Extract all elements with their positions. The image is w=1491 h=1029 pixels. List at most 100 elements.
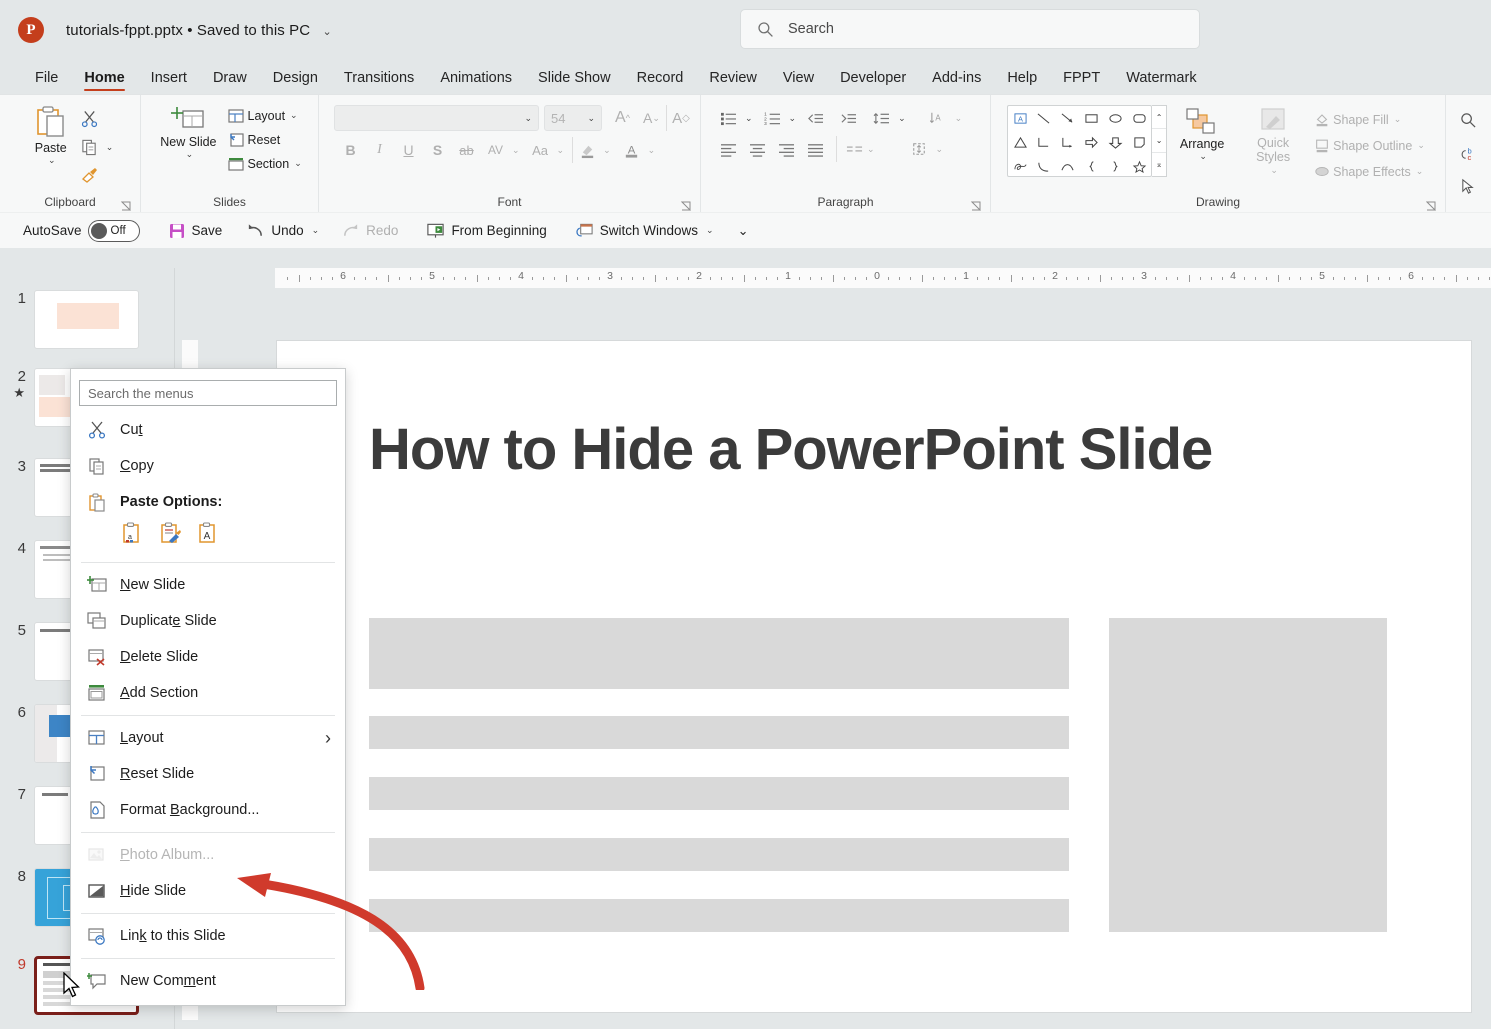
slide-thumbnail-preview[interactable]: [34, 290, 139, 349]
shape-effects-dropdown-icon[interactable]: ⌄: [1416, 166, 1424, 177]
numbering-button[interactable]: 123: [758, 105, 787, 131]
chevron-down-icon[interactable]: ⌄: [322, 26, 331, 38]
shape-textbox[interactable]: A: [1008, 106, 1032, 130]
italic-button[interactable]: I: [365, 137, 394, 163]
dialog-launcher-icon[interactable]: [681, 201, 691, 211]
underline-button[interactable]: U: [394, 137, 423, 163]
menu-item-paste-options-[interactable]: Paste Options:: [71, 484, 345, 520]
ribbon-tab-insert[interactable]: Insert: [138, 67, 200, 94]
bullets-button[interactable]: [714, 105, 743, 131]
shape-oval[interactable]: [1103, 106, 1127, 130]
font-color-button[interactable]: A: [617, 137, 646, 163]
increase-indent-button[interactable]: [834, 105, 863, 131]
section-button[interactable]: Section ⌄: [224, 153, 306, 174]
menu-item-format-background[interactable]: Format Background...: [71, 792, 345, 828]
horizontal-ruler[interactable]: 6543210123456: [275, 268, 1491, 288]
find-button[interactable]: [1454, 107, 1483, 133]
content-placeholder-bar[interactable]: [369, 618, 1069, 689]
arrange-button[interactable]: Arrange ⌄: [1167, 105, 1237, 165]
slide-thumbnail-1[interactable]: 1: [0, 290, 139, 349]
paste-button[interactable]: Paste ⌄: [27, 99, 75, 169]
ribbon-tab-file[interactable]: File: [22, 67, 71, 94]
ribbon-tab-view[interactable]: View: [770, 67, 827, 94]
columns-dropdown-icon[interactable]: ⌄: [867, 144, 875, 155]
text-highlight-dropdown-icon[interactable]: ⌄: [603, 145, 611, 156]
shape-down-arrow[interactable]: [1103, 130, 1127, 154]
save-button[interactable]: Save: [161, 219, 230, 243]
arrange-dropdown-icon[interactable]: ⌄: [1199, 151, 1207, 161]
slide-title-text[interactable]: How to Hide a PowerPoint Slide: [369, 416, 1212, 483]
menu-search-input[interactable]: Search the menus: [79, 380, 337, 406]
menu-item-hide-slide[interactable]: Hide Slide: [71, 873, 345, 909]
paste-text-only-icon[interactable]: A: [197, 522, 219, 550]
content-placeholder-bar[interactable]: [369, 777, 1069, 810]
menu-item-duplicate-slide[interactable]: Duplicate Slide: [71, 603, 345, 639]
ribbon-tab-developer[interactable]: Developer: [827, 67, 919, 94]
bullets-dropdown-icon[interactable]: ⌄: [745, 113, 753, 124]
ribbon-tab-help[interactable]: Help: [994, 67, 1050, 94]
menu-item-add-section[interactable]: Add Section: [71, 675, 345, 711]
select-button[interactable]: [1454, 173, 1483, 199]
character-spacing-dropdown-icon[interactable]: ⌄: [512, 145, 520, 156]
shape-triangle[interactable]: [1008, 130, 1032, 154]
align-center-button[interactable]: [743, 136, 772, 162]
align-right-button[interactable]: [772, 136, 801, 162]
dialog-launcher-icon[interactable]: [971, 201, 981, 211]
text-highlight-button[interactable]: [572, 137, 601, 163]
switch-windows-dropdown-icon[interactable]: ⌄: [706, 225, 714, 236]
ribbon-tab-watermark[interactable]: Watermark: [1113, 67, 1209, 94]
shapes-scroll-down-icon[interactable]: ⌄: [1152, 129, 1166, 152]
shape-right-brace[interactable]: [1103, 154, 1127, 178]
ribbon-tab-transitions[interactable]: Transitions: [331, 67, 427, 94]
slide-canvas[interactable]: How to Hide a PowerPoint Slide: [276, 340, 1472, 1013]
ribbon-tab-animations[interactable]: Animations: [427, 67, 525, 94]
shape-line[interactable]: [1032, 106, 1056, 130]
ribbon-tab-record[interactable]: Record: [624, 67, 697, 94]
ribbon-tab-slide-show[interactable]: Slide Show: [525, 67, 624, 94]
shape-rectangle[interactable]: [1080, 106, 1104, 130]
menu-item-layout[interactable]: Layout›: [71, 720, 345, 756]
shapes-gallery-scrollbar[interactable]: ⌃ ⌄ ⌅: [1152, 105, 1167, 177]
shape-fill-dropdown-icon[interactable]: ⌄: [1394, 114, 1402, 125]
ribbon-tab-home[interactable]: Home: [71, 67, 137, 94]
ribbon-tab-design[interactable]: Design: [260, 67, 331, 94]
menu-item-cut[interactable]: Cut: [71, 412, 345, 448]
document-title[interactable]: tutorials-fppt.pptx • Saved to this PC ⌄: [66, 22, 332, 39]
search-input[interactable]: Search: [740, 9, 1200, 49]
format-painter-button[interactable]: [75, 162, 104, 188]
font-size-dropdown-icon[interactable]: ⌄: [587, 113, 595, 124]
line-spacing-dropdown-icon[interactable]: ⌄: [898, 113, 906, 124]
content-placeholder-bar[interactable]: [369, 838, 1069, 871]
copy-dropdown-icon[interactable]: ⌄: [106, 142, 114, 153]
font-name-input[interactable]: ⌄: [334, 105, 539, 131]
shape-arrow[interactable]: [1056, 106, 1080, 130]
undo-dropdown-icon[interactable]: ⌄: [312, 225, 320, 236]
autosave-toggle[interactable]: Off: [88, 220, 140, 242]
shape-elbow-connector[interactable]: [1032, 130, 1056, 154]
change-case-dropdown-icon[interactable]: ⌄: [557, 145, 565, 156]
line-spacing-button[interactable]: [867, 105, 896, 131]
content-placeholder-bar[interactable]: [369, 899, 1069, 932]
change-case-button[interactable]: Aa: [526, 137, 555, 163]
quick-styles-dropdown-icon[interactable]: ⌄: [1270, 165, 1278, 175]
columns-button[interactable]: [836, 136, 865, 162]
section-dropdown-icon[interactable]: ⌄: [294, 158, 302, 169]
clear-formatting-button[interactable]: A◇: [666, 105, 695, 131]
align-text-dropdown-icon[interactable]: ⌄: [936, 144, 944, 155]
shape-fill-button[interactable]: Shape Fill ⌄: [1309, 109, 1429, 130]
menu-item-link-to-this-slide[interactable]: Link to this Slide: [71, 918, 345, 954]
text-shadow-button[interactable]: S: [423, 137, 452, 163]
bold-button[interactable]: B: [336, 137, 365, 163]
shapes-more-icon[interactable]: ⌅: [1152, 153, 1166, 176]
menu-item-copy[interactable]: Copy: [71, 448, 345, 484]
shape-outline-dropdown-icon[interactable]: ⌄: [1417, 140, 1425, 151]
font-size-input[interactable]: 54 ⌄: [544, 105, 602, 131]
content-placeholder-bar[interactable]: [369, 716, 1069, 749]
decrease-indent-button[interactable]: [801, 105, 830, 131]
grow-font-button[interactable]: A^: [608, 105, 637, 131]
paste-keep-source-icon[interactable]: a: [121, 522, 143, 550]
shape-left-brace[interactable]: [1080, 154, 1104, 178]
copy-button[interactable]: [75, 134, 104, 160]
shapes-scroll-up-icon[interactable]: ⌃: [1152, 106, 1166, 129]
character-spacing-button[interactable]: AV: [481, 137, 510, 163]
